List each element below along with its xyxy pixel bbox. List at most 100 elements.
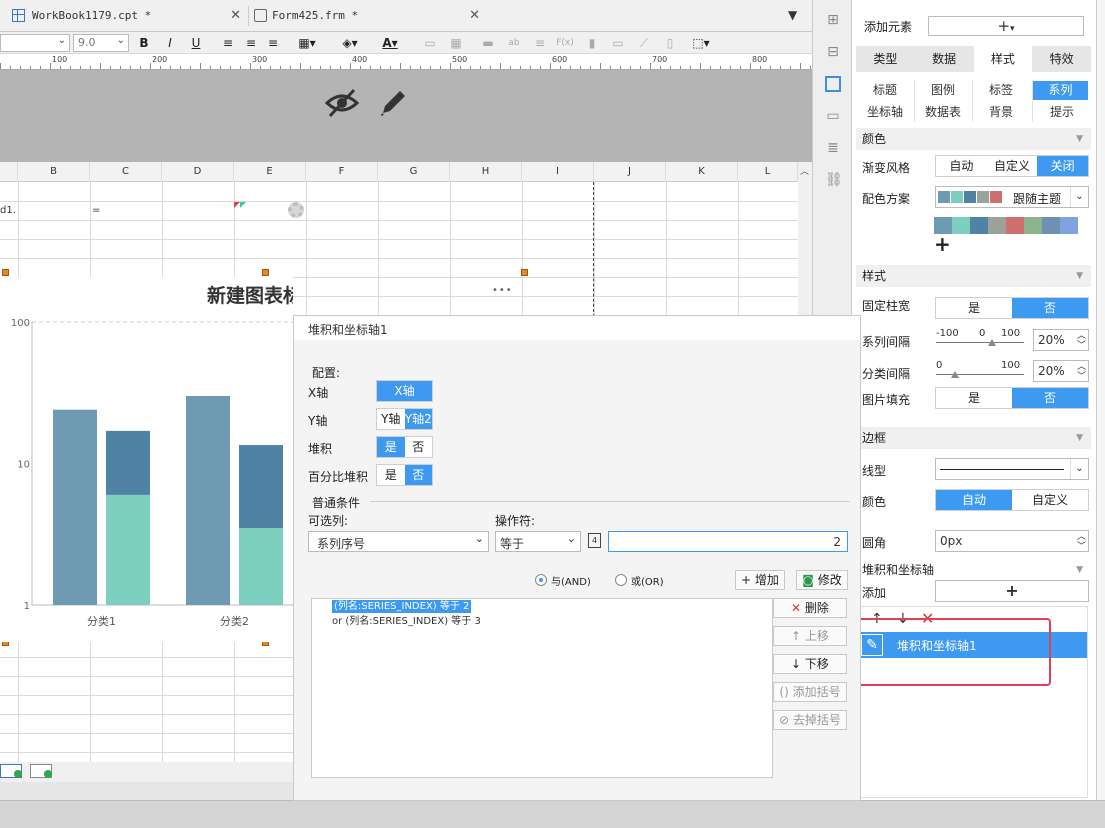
category-gap-spinner[interactable]: 20% ︿ ﹀ xyxy=(1033,360,1089,382)
image-icon[interactable]: ▭ xyxy=(610,34,626,52)
table-icon[interactable]: ▦ xyxy=(448,34,464,52)
condition-item-selected[interactable]: (列名:SERIES_INDEX) 等于 2 xyxy=(332,600,472,613)
option-yes[interactable]: 是 xyxy=(936,388,1012,408)
align-left-icon[interactable]: ≡ xyxy=(220,34,236,52)
gradient-off[interactable]: 关闭 xyxy=(1037,156,1089,176)
layer-icon[interactable]: ≣ xyxy=(825,140,841,156)
condition-list[interactable]: (列名:SERIES_INDEX) 等于 2 or (列名:SERIES_IND… xyxy=(311,598,773,778)
option-no[interactable]: 否 xyxy=(1012,388,1088,408)
condition-icon[interactable]: ⊟ xyxy=(825,44,841,60)
column-k[interactable]: K xyxy=(666,162,738,182)
chart-resize-handle[interactable] xyxy=(262,269,269,276)
color-swatch[interactable] xyxy=(970,217,988,234)
spin-down-icon[interactable]: ﹀ xyxy=(1077,539,1086,552)
subtab-label[interactable]: 标签 xyxy=(972,80,1030,100)
color-section-header[interactable]: 颜色 ▼ xyxy=(856,128,1091,150)
x-axis-option[interactable]: X轴 xyxy=(377,381,432,401)
or-radio[interactable] xyxy=(615,574,627,586)
settings-gear-icon[interactable] xyxy=(288,202,304,218)
formula-icon[interactable]: F(x) xyxy=(556,34,574,52)
option-yes[interactable]: 是 xyxy=(936,298,1012,318)
value-input[interactable]: 2 xyxy=(608,531,848,552)
subtab-axis[interactable]: 坐标轴 xyxy=(856,102,914,122)
add-element-button[interactable]: +▾ xyxy=(928,16,1084,36)
cell-a1[interactable]: d1. xyxy=(0,205,16,216)
tab-type[interactable]: 类型 xyxy=(856,46,915,72)
page-icon[interactable]: ▯ xyxy=(662,34,678,52)
stack-no[interactable]: 否 xyxy=(404,437,432,457)
merge-icon[interactable]: ▭ xyxy=(422,34,438,52)
subtab-datasheet[interactable]: 数据表 xyxy=(914,102,972,122)
chart-attr-icon[interactable] xyxy=(825,76,841,92)
percent-stack-yes[interactable]: 是 xyxy=(377,465,405,485)
panel-scrollbar[interactable] xyxy=(1097,0,1105,800)
gradient-custom[interactable]: 自定义 xyxy=(987,156,1038,176)
more-icon[interactable]: ⬚▾ xyxy=(688,34,714,52)
column-j[interactable]: J xyxy=(594,162,666,182)
gradient-auto[interactable]: 自动 xyxy=(936,156,987,176)
modify-condition-button[interactable]: ◙ 修改 xyxy=(796,570,848,590)
color-swatch[interactable] xyxy=(1060,217,1078,234)
underline-button[interactable]: U xyxy=(188,34,204,52)
and-radio[interactable] xyxy=(535,574,547,586)
font-size-select[interactable]: 9.0 ⌄ xyxy=(73,34,129,52)
widget-icon[interactable]: ▭ xyxy=(825,108,841,124)
stack-yes[interactable]: 是 xyxy=(377,437,405,457)
chart-icon[interactable]: ▮ xyxy=(584,34,600,52)
column-h[interactable]: H xyxy=(450,162,522,182)
border-icon[interactable]: ▦▾ xyxy=(296,34,318,52)
align-center-icon[interactable]: ≡ xyxy=(243,34,259,52)
hidden-eye-icon[interactable] xyxy=(324,86,360,120)
column-c[interactable]: C xyxy=(90,162,162,182)
remove-bracket-button[interactable]: ⊘ 去掉括号 xyxy=(773,710,847,730)
column-d[interactable]: D xyxy=(162,162,234,182)
slash-icon[interactable]: ⟋ xyxy=(636,34,652,52)
stack-section-header[interactable]: 堆积和坐标轴 ▼ xyxy=(856,559,1091,581)
add-condition-button[interactable]: + 增加 xyxy=(735,570,785,590)
chart-resize-handle[interactable] xyxy=(2,269,9,276)
fill-color-icon[interactable]: ◈▾ xyxy=(338,34,362,52)
y-axis2-option[interactable]: Y轴2 xyxy=(404,409,432,429)
column-l[interactable]: L xyxy=(738,162,798,182)
scroll-up-icon[interactable]: ︿ xyxy=(800,164,809,177)
link-icon[interactable]: ⛓ xyxy=(825,172,843,188)
percent-stack-no[interactable]: 否 xyxy=(404,465,432,485)
column-f[interactable]: F xyxy=(306,162,378,182)
italic-button[interactable]: I xyxy=(162,34,178,52)
tab-form[interactable]: Form425.frm * ✕ xyxy=(252,5,484,27)
close-icon[interactable]: ✕ xyxy=(469,5,480,27)
condition-item[interactable]: or (列名:SERIES_INDEX) 等于 3 xyxy=(332,615,481,628)
subtab-tooltip[interactable]: 提示 xyxy=(1033,102,1091,122)
color-swatch[interactable] xyxy=(1006,217,1024,234)
column-e[interactable]: E xyxy=(234,162,306,182)
border-section-header[interactable]: 边框 ▼ xyxy=(856,427,1091,449)
delete-condition-button[interactable]: ✕ 删除 xyxy=(773,598,847,618)
series-gap-slider[interactable]: -100 0 100 xyxy=(936,326,1028,348)
chevron-down-icon[interactable]: ⌄ xyxy=(1070,459,1088,479)
subtab-series[interactable]: 系列 xyxy=(1033,81,1088,100)
border-color-custom[interactable]: 自定义 xyxy=(1012,490,1088,510)
color-swatch[interactable] xyxy=(952,217,970,234)
value-type-icon[interactable]: 4 xyxy=(588,533,601,548)
slider-thumb[interactable] xyxy=(951,371,959,378)
series-gap-spinner[interactable]: 20% ︿ ﹀ xyxy=(1033,329,1089,351)
bar-icon[interactable]: ▬ xyxy=(480,34,496,52)
column-i[interactable]: I xyxy=(522,162,594,182)
add-bracket-button[interactable]: () 添加括号 xyxy=(773,682,847,702)
slider-thumb[interactable] xyxy=(988,339,996,346)
border-color-auto[interactable]: 自动 xyxy=(936,490,1012,510)
color-swatch[interactable] xyxy=(1024,217,1042,234)
scheme-select[interactable]: 跟随主题 ⌄ xyxy=(935,186,1089,208)
pin-icon[interactable]: ▼ xyxy=(788,8,797,22)
column-b[interactable]: B xyxy=(18,162,90,182)
radius-spinner[interactable]: 0px ︿ ﹀ xyxy=(935,530,1089,552)
subtab-legend[interactable]: 图例 xyxy=(914,80,972,100)
option-no[interactable]: 否 xyxy=(1012,298,1088,318)
tab-style[interactable]: 样式 xyxy=(973,46,1033,72)
spin-down-icon[interactable]: ﹀ xyxy=(1077,369,1086,382)
y-axis-option[interactable]: Y轴 xyxy=(377,409,405,429)
color-swatch[interactable] xyxy=(988,217,1006,234)
cell-c1[interactable]: = xyxy=(92,205,100,216)
chart-resize-handle[interactable] xyxy=(521,269,528,276)
add-stack-button[interactable]: + xyxy=(935,580,1089,602)
